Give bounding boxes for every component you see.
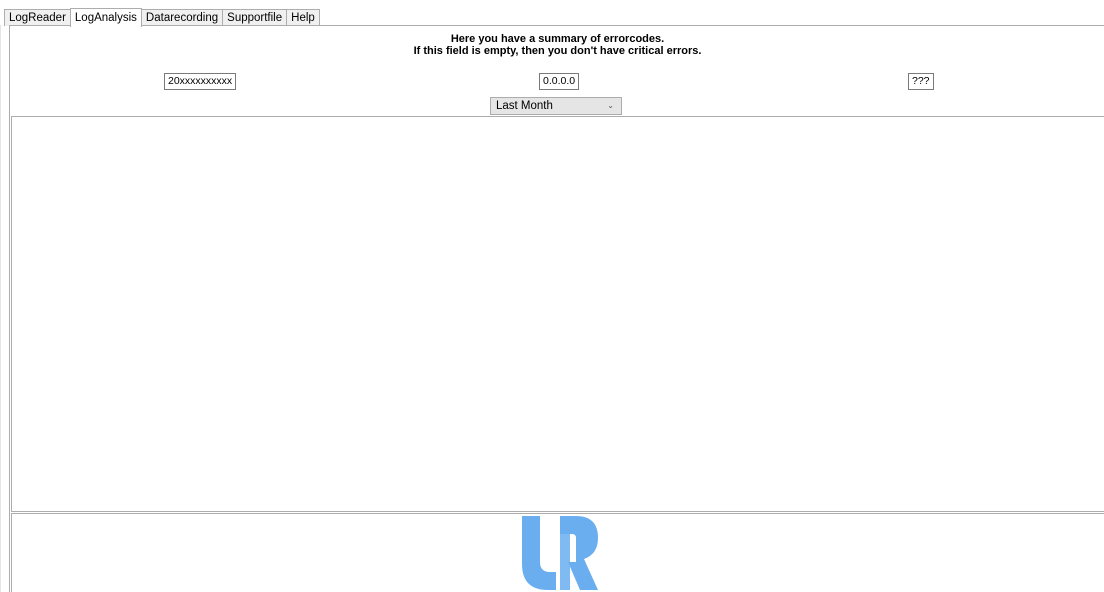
- log-analysis-window: LogReader LogAnalysis Datarecording Supp…: [0, 0, 1104, 592]
- ur-logo: [522, 516, 598, 590]
- tab-loganalysis[interactable]: LogAnalysis: [69, 8, 142, 27]
- period-select[interactable]: Last Month ⌄: [490, 97, 622, 115]
- tab-strip: LogReader LogAnalysis Datarecording Supp…: [4, 8, 320, 27]
- ip-address-field: 0.0.0.0: [539, 73, 580, 90]
- summary-description: Here you have a summary of errorcodes. I…: [10, 33, 1104, 57]
- summary-line-1: Here you have a summary of errorcodes.: [450, 33, 665, 45]
- version-field: ???: [908, 73, 934, 90]
- loganalysis-tab-page: Here you have a summary of errorcodes. I…: [9, 25, 1104, 592]
- tab-help[interactable]: Help: [286, 9, 320, 26]
- chevron-down-icon: ⌄: [607, 101, 614, 110]
- tab-logreader[interactable]: LogReader: [4, 9, 71, 26]
- logo-panel: [11, 513, 1104, 592]
- summary-line-2: If this field is empty, then you don't h…: [413, 45, 702, 57]
- tab-supportfile[interactable]: Supportfile: [222, 9, 288, 26]
- tab-datarecording[interactable]: Datarecording: [140, 9, 224, 26]
- window-left-edge: [0, 25, 1, 592]
- period-select-value: Last Month: [496, 100, 553, 112]
- errorcode-summary-list[interactable]: [11, 116, 1104, 512]
- serial-number-field: 20xxxxxxxxxx: [164, 73, 237, 90]
